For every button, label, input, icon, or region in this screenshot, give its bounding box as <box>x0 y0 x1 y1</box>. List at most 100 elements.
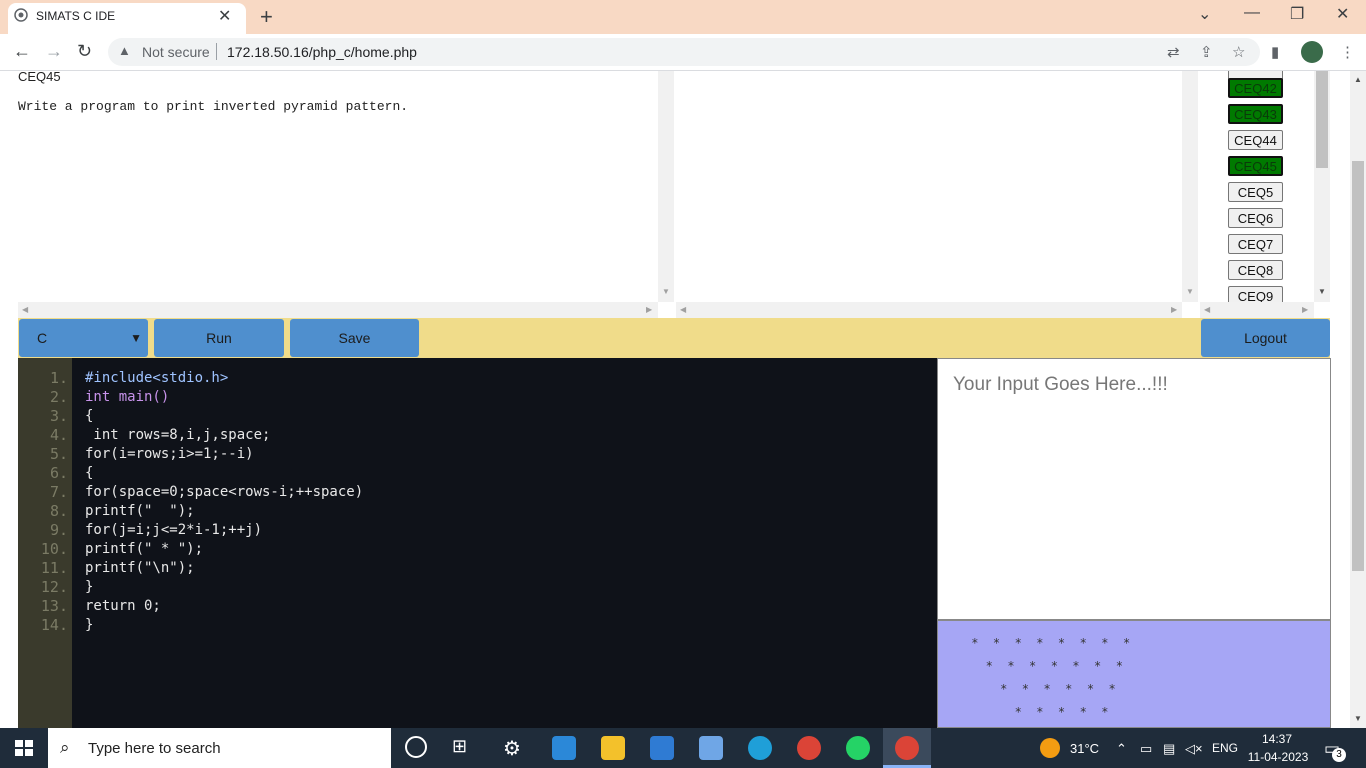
close-window-button[interactable]: ✕ <box>1336 4 1349 24</box>
translate-icon[interactable]: ⇄ <box>1167 43 1180 61</box>
tab-title: SIMATS C IDE <box>36 9 116 23</box>
code-line[interactable]: printf(" "); <box>85 503 195 519</box>
language-value: C <box>37 330 48 346</box>
scroll-down-icon[interactable]: ▼ <box>662 287 670 296</box>
security-status[interactable]: Not secure <box>142 44 210 60</box>
middle-vertical-scrollbar[interactable] <box>1182 71 1198 302</box>
run-button[interactable]: Run <box>154 319 284 357</box>
warning-icon[interactable]: ▲ <box>118 43 131 58</box>
tray-expand-icon[interactable]: ⌃ <box>1116 741 1127 757</box>
reload-icon[interactable]: ↻ <box>77 41 92 62</box>
back-icon[interactable]: ← <box>13 41 31 62</box>
logout-button[interactable]: Logout <box>1201 319 1330 357</box>
new-tab-button[interactable]: + <box>260 4 273 30</box>
line-number: 5. <box>49 445 68 463</box>
middle-horizontal-scrollbar[interactable] <box>676 302 1182 318</box>
settings-gear-icon[interactable]: ⚙ <box>503 736 527 760</box>
scroll-down-icon[interactable]: ▼ <box>1186 287 1194 296</box>
avatar[interactable] <box>1301 41 1323 63</box>
question-button[interactable]: CEQ9 <box>1228 286 1283 302</box>
line-number: 9. <box>49 521 68 539</box>
question-button[interactable]: CEQ42 <box>1228 78 1283 98</box>
scroll-up-icon[interactable]: ▲ <box>1354 75 1362 84</box>
menu-icon[interactable]: ⋮ <box>1340 43 1355 61</box>
code-line[interactable]: } <box>85 579 93 595</box>
chrome-active-icon[interactable] <box>895 736 919 760</box>
scroll-right-icon[interactable]: ▶ <box>1302 305 1308 314</box>
tab-search-icon[interactable]: ⌄ <box>1198 4 1211 24</box>
task-view-icon[interactable]: ⊞ <box>452 736 476 760</box>
code-line[interactable]: for(j=i;j<=2*i-1;++j) <box>85 522 262 538</box>
scroll-left-icon[interactable]: ◀ <box>22 305 28 314</box>
code-line[interactable]: for(i=rows;i>=1;--i) <box>85 446 254 462</box>
input-language[interactable]: ENG <box>1212 741 1238 755</box>
clock-date[interactable]: 11-04-2023 <box>1245 750 1311 764</box>
save-button[interactable]: Save <box>290 319 419 357</box>
whatsapp-icon[interactable] <box>846 736 870 760</box>
input-placeholder: Your Input Goes Here...!!! <box>953 374 1168 395</box>
search-icon: ⌕ <box>60 738 70 757</box>
volume-muted-icon[interactable]: ◁× <box>1185 741 1203 757</box>
question-vertical-scrollbar[interactable] <box>658 71 674 302</box>
windows-start-icon[interactable] <box>0 728 48 768</box>
question-id: CEQ45 <box>18 69 61 84</box>
code-line[interactable]: #include<stdio.h> <box>85 370 228 386</box>
scroll-left-icon[interactable]: ◀ <box>1204 305 1210 314</box>
meet-now-icon[interactable]: ▭ <box>1140 741 1152 757</box>
file-explorer-icon[interactable] <box>601 736 625 760</box>
line-number: 13. <box>40 597 68 615</box>
output-line: * * * * * <box>964 705 1109 719</box>
line-number: 4. <box>49 426 68 444</box>
url-text[interactable]: 172.18.50.16/php_c/home.php <box>227 44 417 60</box>
question-button[interactable]: CEQ5 <box>1228 182 1283 202</box>
forward-icon[interactable]: → <box>45 41 63 62</box>
minimize-button[interactable]: — <box>1244 4 1260 22</box>
scroll-left-icon[interactable]: ◀ <box>680 305 686 314</box>
language-select[interactable]: C ▼ <box>19 319 148 357</box>
code-line[interactable]: } <box>85 617 93 633</box>
question-button[interactable]: CEQ45 <box>1228 156 1283 176</box>
clock-time[interactable]: 14:37 <box>1249 732 1305 746</box>
scroll-down-icon[interactable]: ▼ <box>1318 287 1326 296</box>
line-number: 2. <box>49 388 68 406</box>
code-line[interactable]: int rows=8,i,j,space; <box>85 427 270 443</box>
code-line[interactable]: printf("\n"); <box>85 560 195 576</box>
scroll-right-icon[interactable]: ▶ <box>1171 305 1177 314</box>
code-line[interactable]: { <box>85 408 93 424</box>
line-number: 12. <box>40 578 68 596</box>
3d-viewer-icon[interactable] <box>699 736 723 760</box>
page-scroll-thumb[interactable] <box>1352 161 1364 571</box>
code-line[interactable]: int main() <box>85 389 169 405</box>
temperature[interactable]: 31°C <box>1070 741 1099 756</box>
program-input-field[interactable] <box>937 358 1331 620</box>
chrome-icon[interactable] <box>797 736 821 760</box>
share-icon[interactable]: ⇪ <box>1200 43 1213 61</box>
question-horizontal-scrollbar[interactable] <box>18 302 658 318</box>
code-line[interactable]: { <box>85 465 93 481</box>
store-icon[interactable] <box>552 736 576 760</box>
output-line: * * * * * * * <box>964 659 1123 673</box>
maximize-button[interactable]: ❐ <box>1290 4 1304 24</box>
line-number: 7. <box>49 483 68 501</box>
edge-icon[interactable] <box>748 736 772 760</box>
question-button[interactable]: CEQ44 <box>1228 130 1283 150</box>
question-button[interactable]: CEQ6 <box>1228 208 1283 228</box>
question-button[interactable]: CEQ8 <box>1228 260 1283 280</box>
code-line[interactable]: for(space=0;space<rows-i;++space) <box>85 484 363 500</box>
code-line[interactable]: printf(" * "); <box>85 541 203 557</box>
question-list-pane: CEQ42 CEQ43 CEQ44 CEQ45 CEQ5 CEQ6 CEQ7 C… <box>1200 71 1314 302</box>
code-line[interactable]: return 0; <box>85 598 161 614</box>
cortana-icon[interactable] <box>405 736 427 758</box>
bookmark-star-icon[interactable]: ☆ <box>1232 43 1245 61</box>
question-button[interactable]: CEQ7 <box>1228 234 1283 254</box>
close-tab-icon[interactable]: ✕ <box>218 6 231 26</box>
list-scroll-thumb[interactable] <box>1316 71 1328 168</box>
network-icon[interactable]: ▤ <box>1163 741 1175 757</box>
side-panel-icon[interactable]: ▮ <box>1271 43 1279 61</box>
list-horizontal-scrollbar[interactable] <box>1200 302 1314 318</box>
question-button[interactable]: CEQ43 <box>1228 104 1283 124</box>
scroll-right-icon[interactable]: ▶ <box>646 305 652 314</box>
weather-sun-icon[interactable] <box>1040 738 1060 758</box>
scroll-down-icon[interactable]: ▼ <box>1354 714 1362 723</box>
mail-icon[interactable] <box>650 736 674 760</box>
